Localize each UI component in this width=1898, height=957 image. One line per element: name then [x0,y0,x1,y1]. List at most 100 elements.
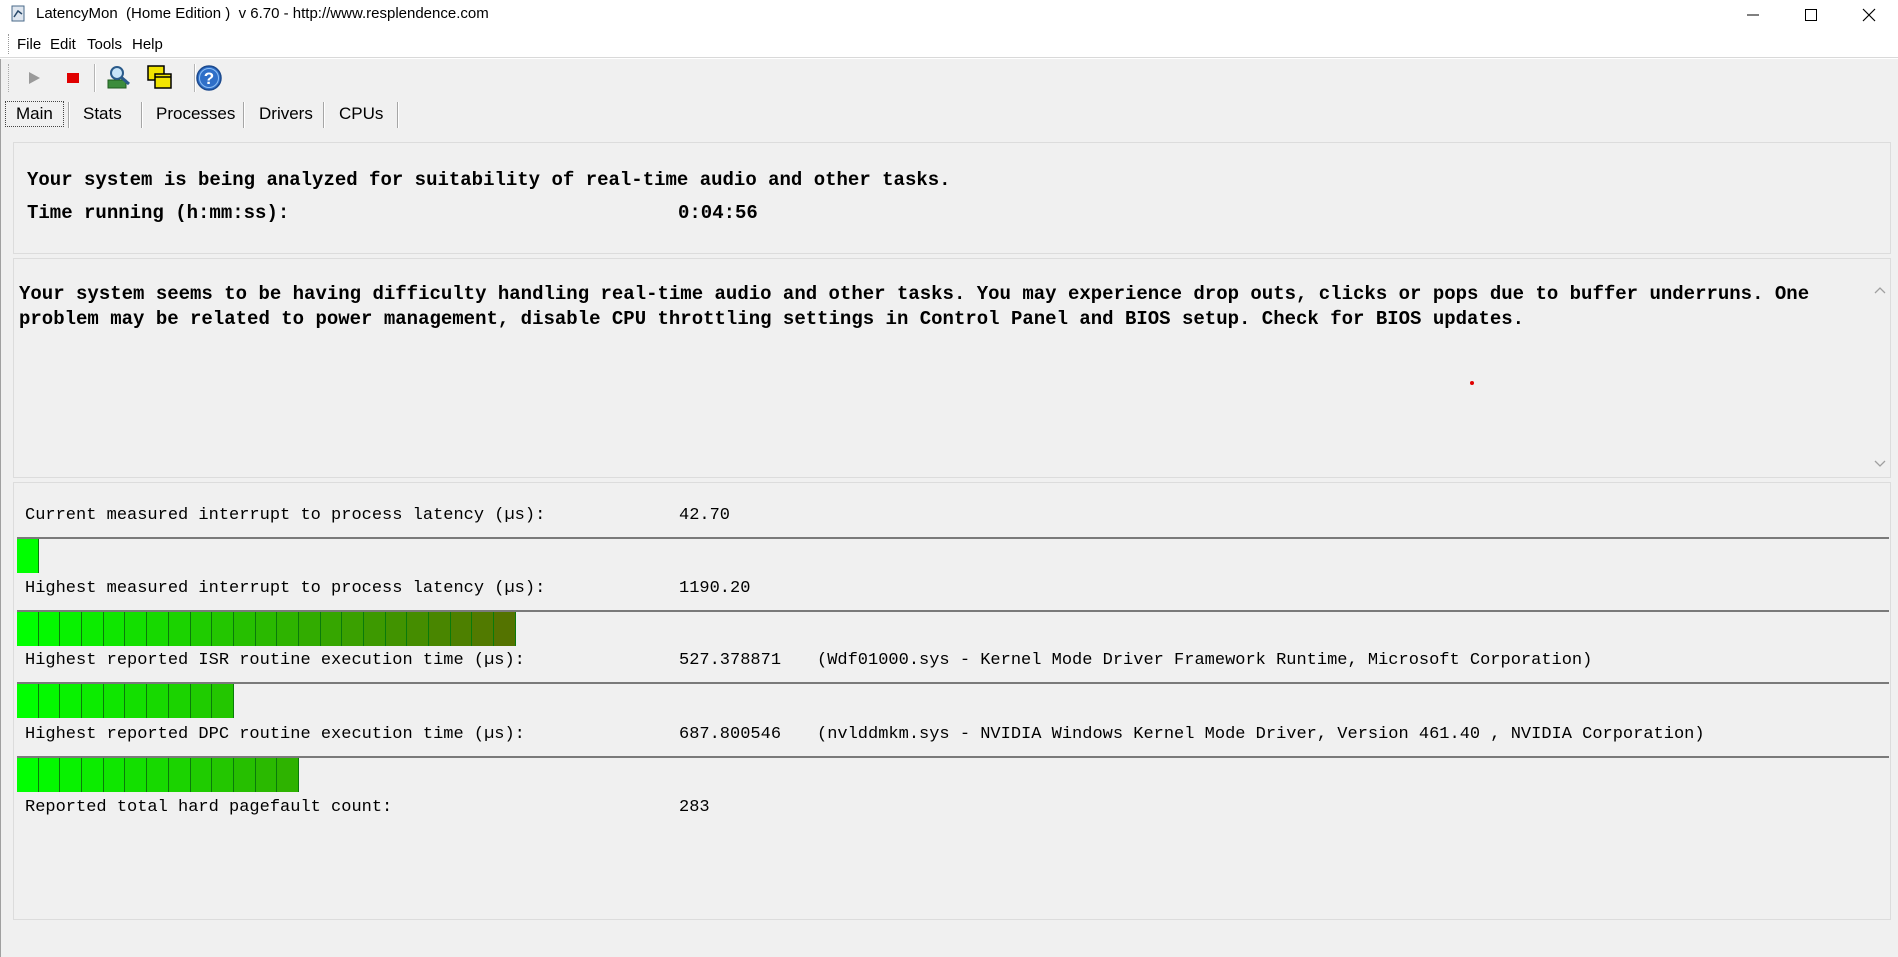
analysis-status-panel: Your system is being analyzed for suitab… [13,142,1891,254]
latency-bar-segment [168,684,191,718]
latency-bar-segment [472,612,495,646]
latency-bar-segment [255,612,278,646]
stop-button[interactable] [58,63,88,93]
help-button[interactable]: ? [194,63,224,93]
latency-bar-segment [38,612,61,646]
stat-driver-info: (nvlddmkm.sys - NVIDIA Windows Kernel Mo… [817,725,1705,744]
latency-bar-segment [494,612,516,646]
minimize-button[interactable] [1730,0,1776,29]
latency-bar-segment [17,612,39,646]
cursor-dot [1470,381,1474,385]
menu-edit[interactable]: Edit [50,36,76,53]
latency-bar-segment [168,612,191,646]
latency-bar-segment [60,758,83,792]
latency-bar-track [17,610,1889,646]
latency-bar-segment [60,612,83,646]
tab-cpus[interactable]: CPUs [329,98,393,130]
latency-bar-segment [168,758,191,792]
latency-stats-panel: Current measured interrupt to process la… [13,482,1891,920]
tab-processes[interactable]: Processes [146,98,245,130]
close-button[interactable] [1846,0,1892,29]
stop-icon [67,73,79,83]
stat-value: 42.70 [679,506,731,525]
tab-separator [243,102,245,128]
windows-button[interactable] [145,63,175,93]
latency-bar-fill [17,612,516,646]
latency-bar-segment [277,758,299,792]
latency-bar-segment [320,612,343,646]
menu-file[interactable]: File [17,36,41,53]
latency-bar-fill [17,758,299,792]
time-running-value: 0:04:56 [678,202,758,224]
latency-bar-segment [103,684,126,718]
scroll-down-icon[interactable] [1874,459,1886,469]
latency-bar-segment [298,612,321,646]
tab-main[interactable]: Main [5,101,64,127]
stat-driver-info: (Wdf01000.sys - Kernel Mode Driver Frame… [817,651,1593,670]
latency-bar-segment [82,758,104,792]
menu-grip [8,34,10,54]
help-icon: ? [196,65,222,91]
drivers-search-button[interactable] [104,63,134,93]
latency-bar-segment [17,684,39,718]
toolbar-grip [8,64,11,92]
menu-tools[interactable]: Tools [87,36,122,53]
latency-bar-segment [38,684,61,718]
menu-help[interactable]: Help [132,36,163,53]
latency-bar-segment [342,612,364,646]
tab-separator [397,102,399,128]
latency-bar-segment [364,612,386,646]
main-client-area: ? Main Stats Processes Drivers CPUs Your… [0,59,1898,957]
windows-icon [147,65,172,89]
title-bar: LatencyMon (Home Edition ) v 6.70 - http… [0,0,1898,29]
latency-bar-segment [212,612,234,646]
latency-bar-segment [38,758,61,792]
tab-strip: Main Stats Processes Drivers CPUs [1,98,1898,130]
latency-bar-fill [17,684,234,718]
tab-stats-label: Stats [83,104,122,123]
svg-text:?: ? [204,69,214,88]
stat-value: 283 [679,798,710,817]
app-icon [11,5,25,22]
stat-label: Highest reported ISR routine execution t… [25,651,525,670]
stat-value: 1190.20 [679,579,751,598]
latency-bar-segment [147,684,169,718]
toolbar: ? [1,59,1898,97]
maximize-icon [1805,8,1817,21]
start-button[interactable] [19,63,49,93]
stat-label: Highest reported DPC routine execution t… [25,725,525,744]
tab-processes-label: Processes [156,104,236,123]
latency-bar-segment [212,758,234,792]
tab-drivers[interactable]: Drivers [249,98,323,130]
latency-bar-segment [82,612,104,646]
close-icon [1862,8,1876,21]
latency-bar-segment [429,612,451,646]
conclusion-message-panel: Your system seems to be having difficult… [13,258,1891,478]
latency-bar-segment [212,684,234,718]
conclusion-message-text: Your system seems to be having difficult… [19,283,1810,330]
tab-drivers-label: Drivers [259,104,313,123]
latency-bar-segment [147,612,169,646]
latency-bar-track [17,682,1889,718]
toolbar-separator [94,64,96,92]
tab-main-label: Main [16,104,53,123]
menu-bar: File Edit Tools Help [0,29,1898,58]
latency-bar-segment [103,612,126,646]
analysis-status-text: Your system is being analyzed for suitab… [27,169,951,191]
latency-bar-segment [190,612,213,646]
latency-bar-segment [190,684,213,718]
tab-separator [323,102,325,128]
tab-stats[interactable]: Stats [73,98,132,130]
latency-bar-segment [407,612,430,646]
scroll-up-icon[interactable] [1874,285,1886,295]
maximize-button[interactable] [1788,0,1834,29]
latency-bar-segment [277,612,299,646]
latency-bar-segment [125,684,148,718]
stat-label: Reported total hard pagefault count: [25,798,393,817]
latency-bar-segment [17,758,39,792]
latency-bar-segment [450,612,473,646]
latency-bar-segment [125,758,148,792]
play-icon [29,72,40,84]
search-drivers-icon [107,66,130,89]
latency-bar-segment [233,758,256,792]
